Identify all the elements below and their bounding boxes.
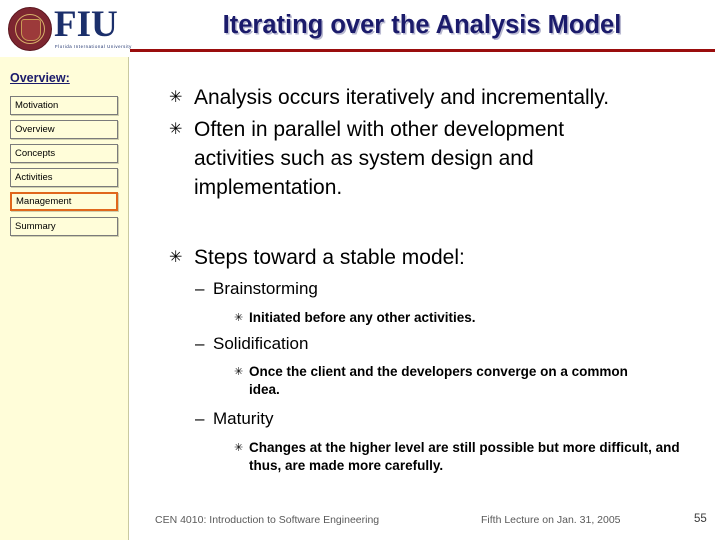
dash-bullet-icon: – [195,279,205,298]
step-label: Solidification [213,334,309,353]
sidebar-heading: Overview: [10,71,70,85]
sidebar-item-label: Overview [15,124,55,135]
sidebar-item-summary[interactable]: Summary [10,217,118,236]
sidebar-item-management[interactable]: Management [10,192,118,211]
sidebar-item-label: Management [16,196,72,207]
sidebar-item-overview[interactable]: Overview [10,120,118,139]
sidebar: Overview: Motivation Overview Concepts A… [0,57,129,540]
bullet-steps-stable-model: ✳ Steps toward a stable model: [169,243,649,272]
dash-bullet-icon: – [195,409,205,428]
step-label: Brainstorming [213,279,318,298]
step-brainstorming: – Brainstorming [195,278,635,300]
bullet-parallel-development: ✳ Often in parallel with other developme… [169,115,649,202]
logo-institution-name: Florida International University [55,44,132,49]
asterisk-bullet-icon: ✳ [169,89,183,106]
seal-inner-shape [21,19,41,41]
detail-text: Changes at the higher level are still po… [249,440,680,473]
bullet-text: Often in parallel with other development… [194,118,565,199]
title-underline-rule [130,49,715,52]
asterisk-bullet-icon: ✳ [169,249,183,266]
logo-abbreviation: FIU [54,4,118,45]
detail-text: Initiated before any other activities. [249,310,476,325]
detail-text: Once the client and the developers conve… [249,364,628,397]
dash-bullet-icon: – [195,334,205,353]
footer-page-number: 55 [694,513,707,525]
bullet-analysis-iterative: ✳ Analysis occurs iteratively and increm… [169,83,699,112]
slide-title: Iterating over the Analysis Model [222,11,622,39]
asterisk-bullet-icon: ✳ [234,366,244,378]
sidebar-item-concepts[interactable]: Concepts [10,144,118,163]
step-label: Maturity [213,409,274,428]
step-maturity: – Maturity [195,408,635,430]
slide-body: ✳ Analysis occurs iteratively and increm… [129,57,720,540]
asterisk-bullet-icon: ✳ [234,442,244,454]
footer-course-name: CEN 4010: Introduction to Software Engin… [155,514,380,526]
asterisk-bullet-icon: ✳ [234,312,244,324]
detail-solidification-1: ✳ Once the client and the developers con… [234,363,659,399]
sidebar-item-label: Summary [15,221,56,232]
sidebar-item-label: Motivation [15,100,59,111]
bullet-text: Steps toward a stable model: [194,246,465,269]
university-seal-icon [8,7,52,51]
footer-lecture-info: Fifth Lecture on Jan. 31, 2005 [481,514,621,526]
detail-maturity-1: ✳ Changes at the higher level are still … [234,439,689,475]
asterisk-bullet-icon: ✳ [169,121,183,138]
bullet-text: Analysis occurs iteratively and incremen… [194,86,610,109]
slide: FIU Florida International University Ite… [0,0,720,540]
sidebar-item-label: Activities [15,172,53,183]
sidebar-item-activities[interactable]: Activities [10,168,118,187]
sidebar-item-label: Concepts [15,148,56,159]
detail-brainstorming-1: ✳ Initiated before any other activities. [234,309,674,327]
sidebar-item-motivation[interactable]: Motivation [10,96,118,115]
step-solidification: – Solidification [195,333,635,355]
fiu-logo: FIU Florida International University [6,4,131,54]
